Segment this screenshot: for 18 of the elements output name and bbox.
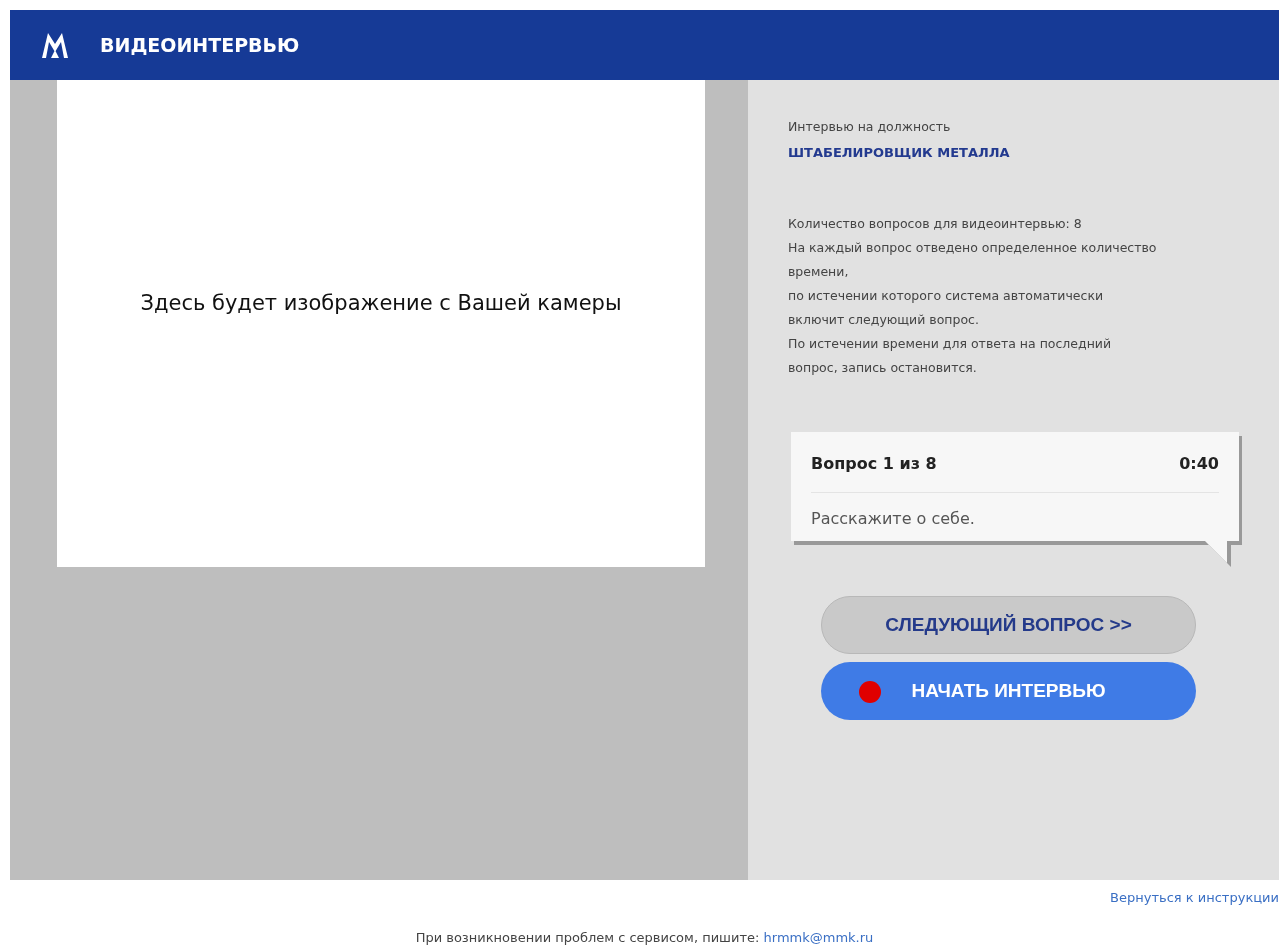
info-text-line: По истечении времени для ответа на последний [788, 335, 1113, 354]
record-dot-icon [859, 681, 881, 704]
position-label: Интервью на должность [788, 118, 952, 136]
question-counter: Вопрос 1 из 8 [811, 453, 937, 476]
position-title: ШТАБЕЛИРОВЩИК МЕТАЛЛА [788, 143, 1011, 162]
info-text-line: вопрос, запись остановится. [788, 359, 978, 378]
back-to-instructions-link[interactable]: Вернуться к инструкции [1110, 888, 1279, 908]
start-interview-button[interactable]: НАЧАТЬ ИНТЕРВЬЮ [821, 662, 1196, 721]
info-text-line: Количество вопросов для видеоинтервью: 8 [788, 215, 1083, 234]
email-link[interactable]: hrmmk@mmk.ru [763, 929, 874, 945]
support-note: При возникновении проблем с сервисом, пишите: hrmmk@mmk.ru [414, 928, 875, 947]
camera-placeholder-text: Здесь будет изображение с Вашей камеры [140, 289, 622, 317]
question-timer: 0:40 [1179, 453, 1219, 476]
app-title: ВИДЕОИНТЕРВЬЮ [100, 32, 300, 58]
info-text-line: по истечении которого система автоматически [788, 287, 1105, 306]
next-question-button[interactable]: СЛЕДУЮЩИЙ ВОПРОС >> [821, 596, 1196, 655]
info-text-line: включит следующий вопрос. [788, 311, 980, 330]
question-text: Расскажите о себе. [811, 508, 976, 531]
